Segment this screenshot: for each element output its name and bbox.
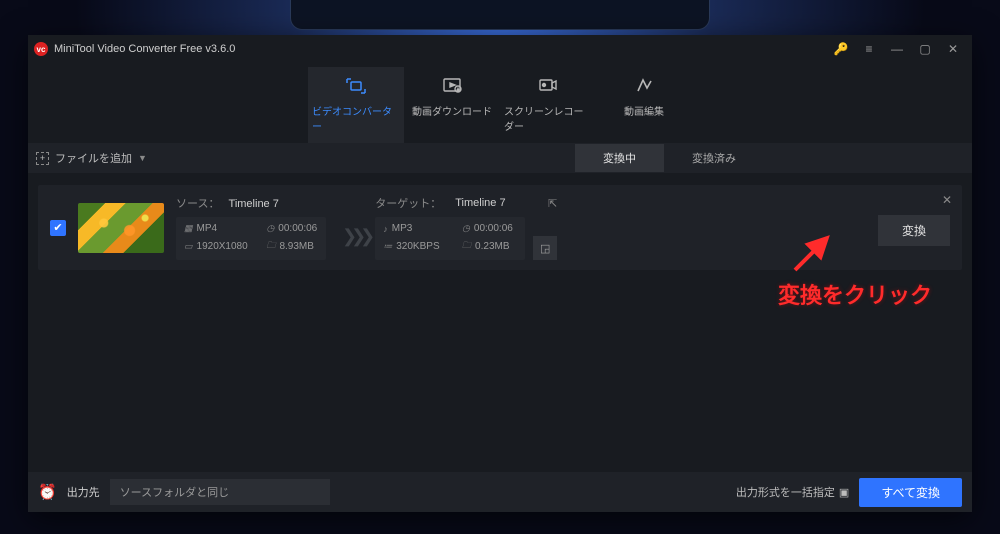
maximize-icon[interactable]: ▢ [918,42,932,56]
source-duration: 00:00:06 [278,223,317,234]
target-size: 0.23MB [475,241,509,252]
clock-icon: ◷ [462,223,470,234]
window-controls: 🔑 ≡ — ▢ ✕ [834,42,966,56]
arrow-separator-icon: ❯❯❯ [342,226,369,247]
task-list: ✕ ✔ ソース： Timeline 7 ▦ MP4 ◷ 00:00:06 ▭ 1920… [28,173,972,472]
download-icon [441,75,463,97]
tab-label: 動画ダウンロード [412,103,492,118]
source-format: MP4 [197,223,218,234]
source-label: ソース： [176,198,219,210]
annotation-text: 変換をクリック [778,278,932,310]
convert-all-button[interactable]: すべて変換 [859,478,962,507]
target-format: MP3 [392,223,413,234]
win11-taskbar-top [290,0,710,30]
source-resolution: 1920X1080 [197,241,248,252]
main-tabs: ビデオコンバーター 動画ダウンロード スクリーンレコーダー 動画編集 [28,63,972,143]
tab-label: 動画編集 [624,103,664,118]
status-tabs: 変換中 変換済み [575,144,764,172]
add-file-label: ファイルを追加 [55,150,132,166]
task-checkbox[interactable]: ✔ [50,220,66,236]
tab-video-converter[interactable]: ビデオコンバーター [308,67,404,143]
remove-task-icon[interactable]: ✕ [942,193,952,207]
titlebar: vc MiniTool Video Converter Free v3.6.0 … [28,35,972,63]
minimize-icon[interactable]: — [890,42,904,56]
output-label: 出力先 [67,484,100,500]
source-info: ソース： Timeline 7 ▦ MP4 ◷ 00:00:06 ▭ 1920X108… [176,195,326,260]
menu-icon[interactable]: ≡ [862,42,876,56]
recorder-icon [537,75,559,97]
converter-icon [345,75,367,97]
resolution-icon: ▭ [184,241,193,252]
tab-video-editor[interactable]: 動画編集 [596,67,692,143]
output-folder-value: ソースフォルダと同じ [120,484,229,500]
film-icon: ▦ [184,223,193,234]
batch-format-link[interactable]: 出力形式を一括指定 ▣ [736,484,849,500]
target-info: ターゲット： Timeline 7 ⇱ ♪ MP3 ◷ 00:00:06 ≔ 320K… [375,195,557,260]
clock-icon: ◷ [266,223,274,234]
target-label: ターゲット： [375,195,441,211]
edit-target-icon[interactable]: ⇱ [548,197,557,210]
source-name: Timeline 7 [229,198,279,210]
target-settings-button[interactable]: ◲ [533,236,557,260]
batch-format-label: 出力形式を一括指定 [736,484,835,500]
target-name: Timeline 7 [455,197,505,209]
settings-square-icon: ▣ [839,486,849,499]
secondary-bar: + ファイルを追加 ▼ 変換中 変換済み [28,143,972,173]
storage-icon: 🗀 [266,238,275,254]
tab-done[interactable]: 変換済み [664,144,764,172]
app-window: vc MiniTool Video Converter Free v3.6.0 … [28,35,972,512]
target-duration: 00:00:06 [474,223,513,234]
add-plus-icon: + [36,152,49,165]
schedule-icon[interactable]: ⏰ [38,483,57,501]
editor-icon [633,75,655,97]
tab-label: ビデオコンバーター [312,103,400,133]
app-logo-icon: vc [34,42,48,56]
add-file-button[interactable]: + ファイルを追加 ▼ [36,150,147,166]
video-thumbnail[interactable] [78,203,164,253]
chevron-down-icon[interactable]: ▼ [138,153,147,163]
storage-icon: 🗀 [462,238,471,254]
tab-video-download[interactable]: 動画ダウンロード [404,67,500,143]
output-folder-select[interactable]: ソースフォルダと同じ [110,479,330,505]
app-title: MiniTool Video Converter Free v3.6.0 [54,43,235,55]
source-size: 8.93MB [279,241,313,252]
convert-button[interactable]: 変換 [878,215,950,246]
footer-bar: ⏰ 出力先 ソースフォルダと同じ 出力形式を一括指定 ▣ すべて変換 [28,472,972,512]
premium-key-icon[interactable]: 🔑 [834,42,848,56]
tab-in-progress[interactable]: 変換中 [575,144,664,172]
bitrate-icon: ≔ [383,241,392,252]
music-icon: ♪ [383,224,388,234]
task-row: ✕ ✔ ソース： Timeline 7 ▦ MP4 ◷ 00:00:06 ▭ 1920… [38,185,962,270]
close-icon[interactable]: ✕ [946,42,960,56]
tab-screen-recorder[interactable]: スクリーンレコーダー [500,67,596,143]
target-bitrate: 320KBPS [396,241,439,252]
tab-label: スクリーンレコーダー [504,103,592,133]
